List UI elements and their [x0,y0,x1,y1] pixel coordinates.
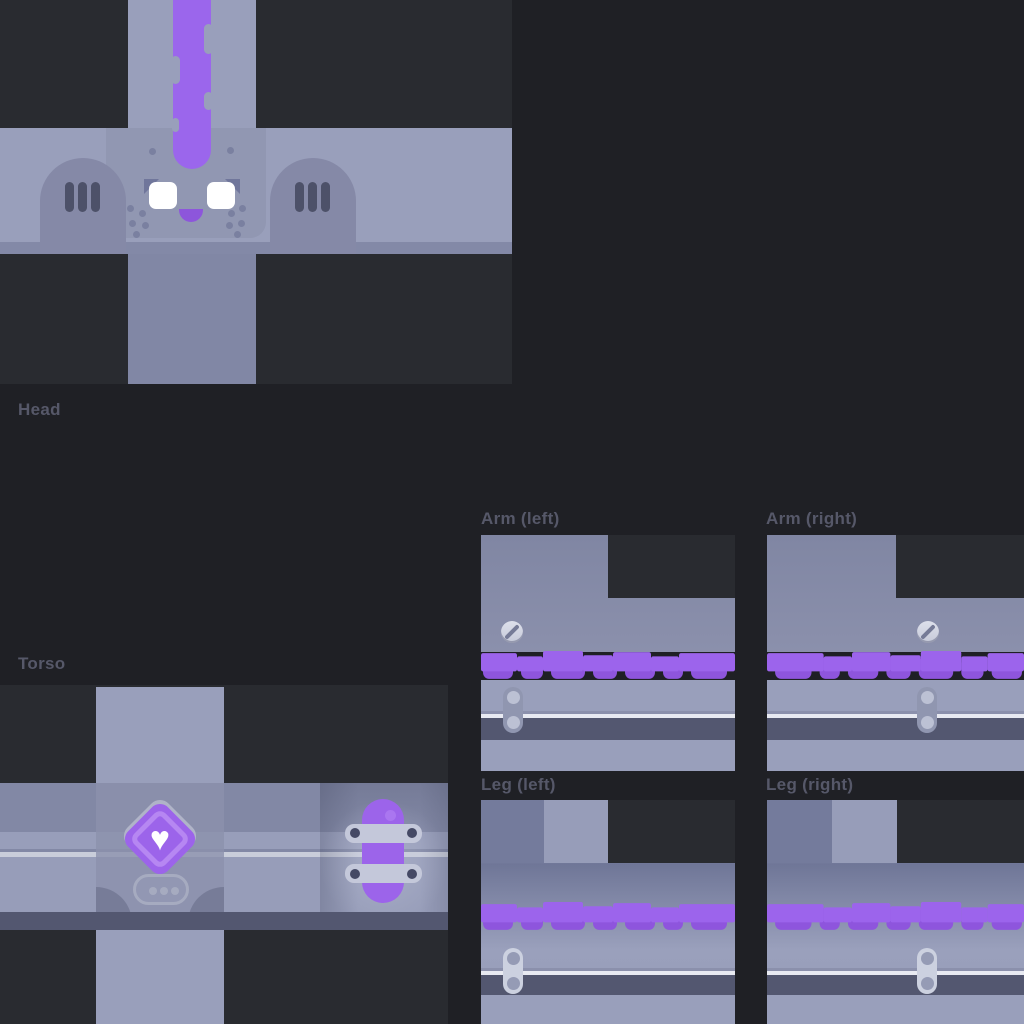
pill-dot [160,887,168,895]
leg-lower-band [767,995,1024,1024]
leg-lower-band [481,995,735,1024]
connector-hole [921,977,934,990]
connector-icon [503,687,523,733]
eye-left [149,182,177,209]
freckle [142,222,149,229]
freckle [127,205,134,212]
screw-icon [917,621,939,643]
freckle [239,205,246,212]
freckle [133,231,140,238]
freckle [129,220,136,227]
rivet-icon [407,869,417,879]
vent-icon [91,182,100,212]
bedroll-capsule [362,799,404,903]
arm-left-texture-panel[interactable] [481,535,735,771]
connector-icon [503,948,523,994]
torso-label: Torso [18,654,65,674]
arm-dark-corner [608,535,735,598]
vent-icon [295,182,304,212]
arm-right-texture-panel[interactable] [767,535,1024,771]
vent-icon [308,182,317,212]
connector-hole [921,716,934,729]
vent-icon [65,182,74,212]
head-texture-panel[interactable] [0,0,512,384]
screw-icon [501,621,523,643]
connector-icon [917,687,937,733]
leg-dark-corner [608,800,735,863]
head-ear-left [40,158,126,254]
connector-hole [921,952,934,965]
brow-dot-right [227,147,234,154]
purple-jagged-stripe [767,651,1024,681]
connector-hole [507,691,520,704]
arm-left-label: Arm (left) [481,509,560,529]
torso-texture-panel[interactable]: ♥ [0,685,448,1024]
purple-jagged-stripe [767,902,1024,932]
purple-jagged-stripe [481,651,735,681]
pill-dot [171,887,179,895]
leg-slate-band [767,975,1024,995]
torso-slate-strip [0,912,448,930]
hair-stripe-notch [172,118,179,132]
connector-icon [917,948,937,994]
heart-icon: ♥ [138,820,182,858]
freckle [139,210,146,217]
arm-right-label: Arm (right) [766,509,857,529]
bedroll-highlight [385,810,396,821]
freckle [238,220,245,227]
head-label: Head [18,400,61,420]
leg-right-texture-panel[interactable] [767,800,1024,1024]
connector-hole [507,977,520,990]
purple-jagged-stripe [481,902,735,932]
skin-editor-screen: Head ♥ Torso [0,0,1024,1024]
torso-bottom-flap [96,930,224,1024]
vent-icon [78,182,87,212]
leg-left-texture-panel[interactable] [481,800,735,1024]
brow-dot-left [149,148,156,155]
arm-lower-band [481,740,735,771]
rivet-icon [350,828,360,838]
rivet-icon [350,869,360,879]
hair-stripe-notch [204,24,213,54]
hair-stripe-notch [171,56,180,84]
freckle [228,210,235,217]
rivet-icon [407,828,417,838]
connector-hole [921,691,934,704]
leg-right-label: Leg (right) [766,775,853,795]
connector-hole [507,716,520,729]
hair-stripe-notch [204,92,213,110]
freckle [234,231,241,238]
eye-right [207,182,235,209]
head-ear-right [270,158,356,254]
freckle [226,222,233,229]
chest-vent-pill [133,874,189,905]
leg-dark-corner [897,800,1024,863]
arm-light-band [767,680,1024,711]
vent-icon [321,182,330,212]
arm-slate-band [767,718,1024,740]
leg-light-square [544,800,608,863]
head-bottom-flap [128,254,256,384]
pill-dot [149,887,157,895]
connector-hole [507,952,520,965]
torso-top-flap [96,687,224,783]
arm-dark-corner [896,535,1024,598]
leg-light-square [832,800,897,863]
leg-left-label: Leg (left) [481,775,556,795]
arm-lower-band [767,740,1024,771]
